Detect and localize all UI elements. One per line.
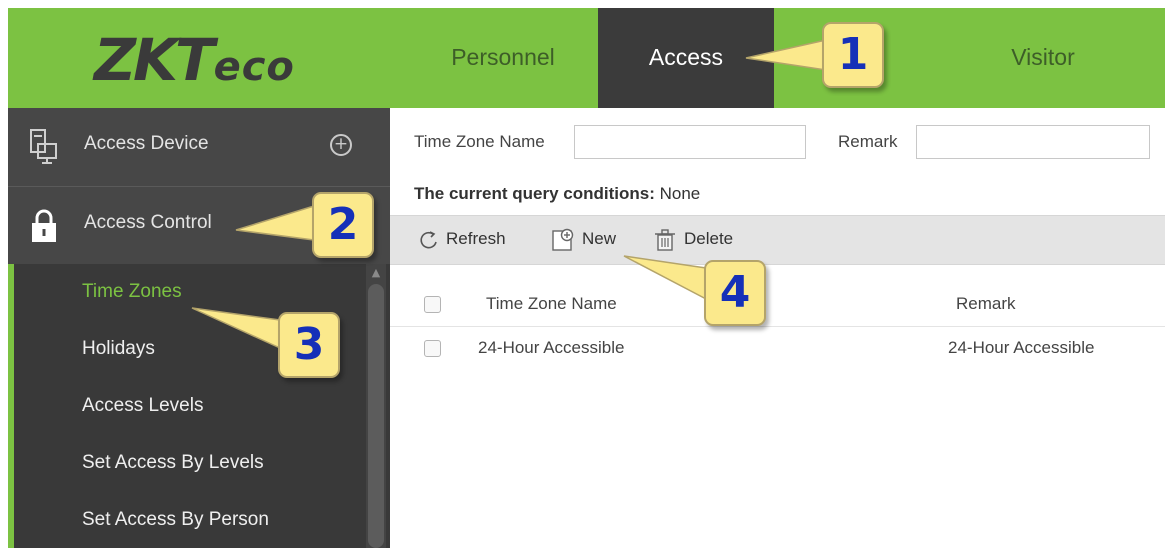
sidebar-group-label: Access Device xyxy=(84,133,209,154)
callout-3: 3 xyxy=(278,312,340,378)
remark-label: Remark xyxy=(838,132,898,151)
table-header: Time Zone Name Remark xyxy=(390,282,1165,327)
sidebar-item-holidays[interactable]: Holidays xyxy=(82,329,155,369)
time-zone-name-input[interactable] xyxy=(574,125,806,159)
query-conditions-label: The current query conditions: xyxy=(414,184,655,203)
row-remark: 24-Hour Accessible xyxy=(948,338,1095,357)
refresh-icon xyxy=(420,230,437,248)
column-header-remark[interactable]: Remark xyxy=(956,294,1016,314)
sidebar-scroll-thumb[interactable] xyxy=(368,284,384,548)
toolbar: Refresh New Delete xyxy=(390,215,1165,265)
lock-icon xyxy=(32,209,56,242)
sidebar-item-access-levels[interactable]: Access Levels xyxy=(82,386,203,426)
nav-tab-personnel[interactable]: Personnel xyxy=(408,8,598,108)
table-row[interactable]: 24-Hour Accessible 24-Hour Accessible xyxy=(390,328,1165,370)
new-document-icon xyxy=(552,228,574,251)
delete-button[interactable]: Delete xyxy=(652,216,733,264)
active-group-accent xyxy=(8,264,14,548)
time-zone-name-label: Time Zone Name xyxy=(414,132,545,151)
sidebar-group-access-device[interactable]: Access Device + xyxy=(8,108,390,186)
trash-icon xyxy=(655,228,675,251)
top-header: ZKTeco Personnel Access Visitor xyxy=(8,8,1165,108)
row-checkbox[interactable] xyxy=(424,340,441,357)
scroll-up-arrow-icon[interactable]: ▲ xyxy=(368,266,384,280)
app-window: ZKTeco Personnel Access Visitor Access D… xyxy=(8,8,1165,548)
sidebar-item-time-zones[interactable]: Time Zones xyxy=(82,272,182,312)
nav-tab-access[interactable]: Access xyxy=(598,8,774,108)
main-panel: Time Zone Name Remark The current query … xyxy=(390,108,1165,548)
remark-input[interactable] xyxy=(916,125,1150,159)
row-time-zone-name: 24-Hour Accessible xyxy=(478,338,625,357)
query-conditions: The current query conditions: None xyxy=(414,184,700,204)
nav-tab-visitor[interactable]: Visitor xyxy=(958,8,1128,108)
callout-1: 1 xyxy=(822,22,884,88)
column-header-time-zone-name[interactable]: Time Zone Name xyxy=(486,294,617,314)
select-all-checkbox[interactable] xyxy=(424,296,441,313)
sidebar-item-set-access-by-levels[interactable]: Set Access By Levels xyxy=(82,443,264,483)
sidebar-group-label: Access Control xyxy=(84,212,212,233)
query-conditions-value: None xyxy=(659,184,701,203)
sidebar-submenu: Time Zones Holidays Access Levels Set Ac… xyxy=(8,264,390,548)
zkteco-logo: ZKTeco xyxy=(94,26,295,94)
callout-2: 2 xyxy=(312,192,374,258)
new-button[interactable]: New xyxy=(550,216,616,264)
sidebar-item-set-access-by-person[interactable]: Set Access By Person xyxy=(82,500,269,540)
expand-plus-icon[interactable]: + xyxy=(330,134,352,156)
refresh-button[interactable]: Refresh xyxy=(418,216,506,264)
callout-4: 4 xyxy=(704,260,766,326)
access-device-icon xyxy=(30,129,57,164)
